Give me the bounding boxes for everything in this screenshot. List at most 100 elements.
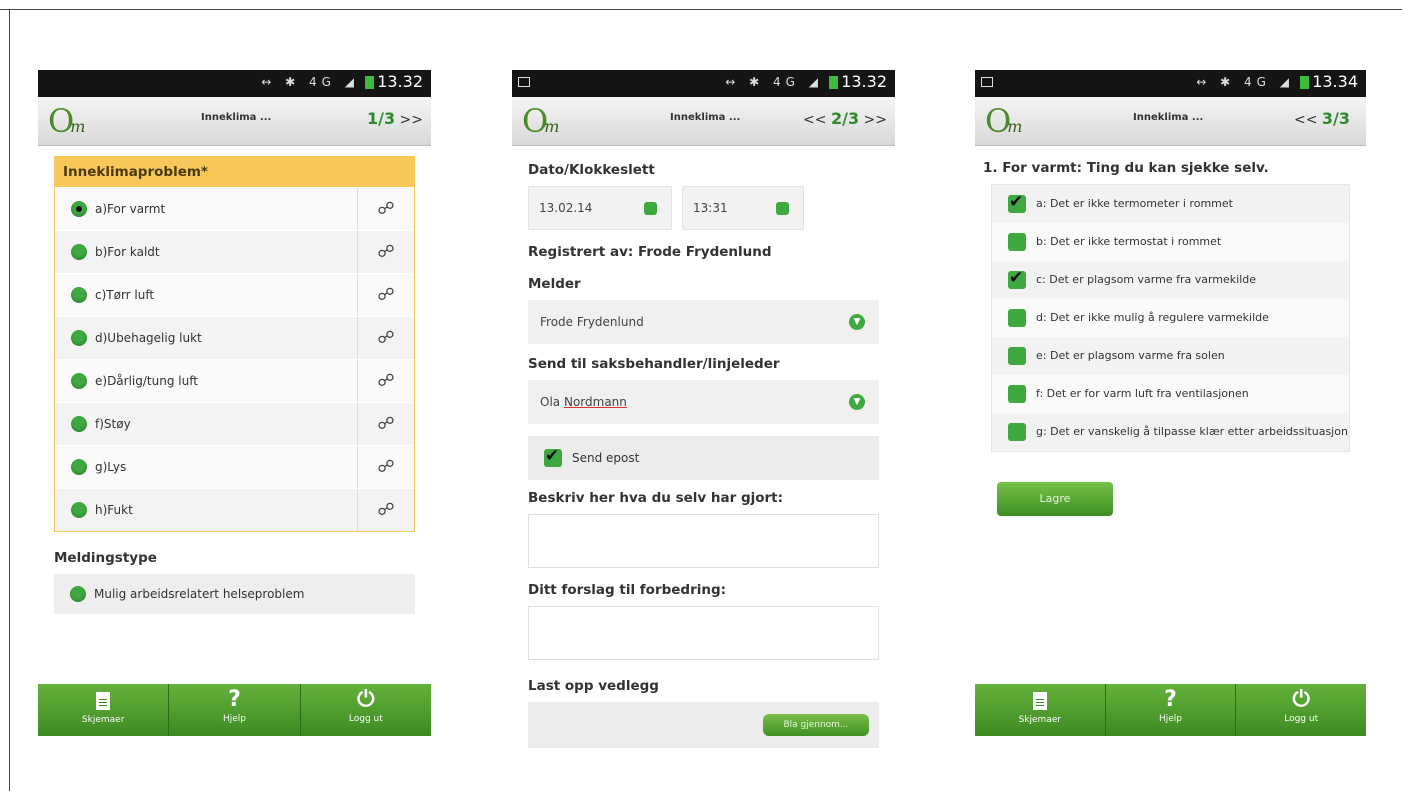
pager-next-button[interactable]: >> [864, 112, 887, 128]
checkbox[interactable] [1008, 347, 1026, 365]
send-to-select[interactable]: Ola Nordmann ▼ [528, 380, 879, 424]
link-icon[interactable]: ☍ [357, 274, 414, 316]
checklist-item[interactable]: c: Det er plagsom varme fra varmekilde [992, 261, 1349, 299]
checkbox[interactable] [1008, 423, 1026, 441]
radio-button[interactable] [71, 416, 87, 432]
nav-screens-button[interactable]: Skjemaer [38, 684, 170, 736]
message-type-option[interactable]: Mulig arbeidsrelatert helseproblem [54, 574, 415, 614]
power-icon: ⏻ [1292, 687, 1310, 712]
checkbox-checked[interactable] [1008, 268, 1026, 289]
browse-button[interactable]: Bla gjennom... [763, 714, 869, 736]
problem-label: f)Støy [95, 417, 131, 431]
save-button[interactable]: Lagre [997, 482, 1113, 516]
describe-heading: Beskriv her hva du selv har gjort: [528, 490, 784, 506]
checkbox[interactable] [1008, 233, 1026, 251]
status-bar: ↔ ✱ 4G ◢ 13.32 [38, 70, 431, 97]
link-icon[interactable]: ☍ [357, 446, 414, 488]
status-icons: ↔ ✱ 4G ◢ [725, 75, 823, 89]
nav-screens-button[interactable]: Skjemaer [975, 684, 1106, 736]
checklist-item[interactable]: b: Det er ikke termostat i rommet [992, 223, 1349, 261]
link-icon[interactable]: ☍ [357, 403, 414, 445]
pager-next-button[interactable]: >> [400, 112, 423, 128]
pager-current: 2/3 [830, 109, 860, 128]
pager-prev-button[interactable]: << [803, 112, 826, 128]
app-logo: Om [48, 102, 86, 140]
checkbox-checked[interactable] [544, 446, 562, 467]
checklist-item[interactable]: g: Det er vanskelig å tilpasse klær ette… [992, 413, 1349, 451]
phone-screen-2: ↔ ✱ 4G ◢ 13.32 Om Inneklima ... << 2/3 >… [512, 70, 895, 758]
status-clock: 13.32 [829, 72, 887, 91]
pager: << 2/3 >> [803, 109, 887, 128]
checkbox[interactable] [1008, 385, 1026, 403]
radio-button[interactable] [71, 330, 87, 346]
radio-button[interactable] [71, 244, 87, 260]
radio-button[interactable] [70, 586, 86, 602]
pager-current: 1/3 [366, 109, 396, 128]
clock-icon[interactable] [776, 202, 789, 215]
link-icon[interactable]: ☍ [357, 360, 414, 402]
suggestion-textarea[interactable] [528, 606, 879, 660]
problem-row-e[interactable]: e)Dårlig/tung luft ☍ [55, 359, 414, 402]
describe-textarea[interactable] [528, 514, 879, 568]
link-icon[interactable]: ☍ [357, 489, 414, 531]
phone-screen-1: ↔ ✱ 4G ◢ 13.32 Om Inneklima ... 1/3 >> I… [38, 70, 431, 614]
link-icon[interactable]: ☍ [357, 231, 414, 273]
pager-prev-button[interactable]: << [1294, 112, 1317, 128]
problem-label: c)Tørr luft [95, 288, 155, 302]
nav-logout-button[interactable]: ⏻ Logg ut [1236, 684, 1366, 736]
nav-logout-button[interactable]: ⏻ Logg ut [301, 684, 431, 736]
suggestion-heading: Ditt forslag til forbedring: [528, 582, 727, 598]
problem-label: g)Lys [95, 460, 127, 474]
send-email-checkbox[interactable]: Send epost [528, 436, 879, 480]
send-email-label: Send epost [572, 451, 640, 465]
problem-row-b[interactable]: b)For kaldt ☍ [55, 230, 414, 273]
nav-help-button[interactable]: ? Hjelp [1106, 684, 1237, 736]
radio-button[interactable] [71, 502, 87, 518]
registered-by: Registrert av: Frode Frydenlund [528, 244, 772, 260]
problem-row-h[interactable]: h)Fukt ☍ [55, 488, 414, 531]
send-to-heading: Send til saksbehandler/linjeleder [528, 356, 780, 372]
app-title: Inneklima ... [670, 112, 741, 123]
battery-icon [829, 76, 839, 89]
time-field[interactable]: 13:31 [682, 186, 804, 230]
chevron-down-icon: ▼ [849, 314, 865, 330]
frame-border-left [9, 9, 10, 791]
problem-row-f[interactable]: f)Støy ☍ [55, 402, 414, 445]
date-heading: Dato/Klokkeslett [528, 162, 655, 178]
radio-button[interactable] [71, 459, 87, 475]
battery-icon [365, 76, 375, 89]
problem-row-c[interactable]: c)Tørr luft ☍ [55, 273, 414, 316]
pager-current: 3/3 [1321, 109, 1350, 128]
help-icon: ? [228, 687, 241, 712]
checklist-item[interactable]: d: Det er ikke mulig å regulere varmekil… [992, 299, 1349, 337]
reporter-heading: Melder [528, 276, 581, 292]
checklist-item[interactable]: e: Det er plagsom varme fra solen [992, 337, 1349, 375]
link-icon[interactable]: ☍ [357, 317, 414, 359]
problem-row-g[interactable]: g)Lys ☍ [55, 445, 414, 488]
pager: 1/3 >> [367, 109, 423, 128]
radio-button[interactable] [71, 373, 87, 389]
checkbox-checked[interactable] [1008, 192, 1026, 213]
problem-label: a)For varmt [95, 202, 166, 216]
date-field[interactable]: 13.02.14 [528, 186, 672, 230]
checklist: a: Det er ikke termometer i rommet b: De… [991, 184, 1350, 452]
problem-row-d[interactable]: d)Ubehagelig lukt ☍ [55, 316, 414, 359]
battery-icon [1300, 76, 1310, 89]
radio-button[interactable] [71, 287, 87, 303]
status-icons: ↔ ✱ 4G ◢ [1196, 75, 1294, 89]
nav-help-button[interactable]: ? Hjelp [169, 684, 301, 736]
app-title: Inneklima ... [201, 112, 272, 123]
checkbox[interactable] [1008, 309, 1026, 327]
upload-row: Bla gjennom... [528, 702, 879, 748]
checklist-item[interactable]: a: Det er ikke termometer i rommet [992, 185, 1349, 223]
radio-button-selected[interactable] [71, 201, 87, 217]
form-content: Dato/Klokkeslett 13.02.14 13:31 Registre… [512, 146, 895, 758]
message-type-heading: Meldingstype [54, 550, 157, 566]
frame-border-top [0, 9, 1402, 10]
checklist-item[interactable]: f: Det er for varm luft fra ventilasjone… [992, 375, 1349, 413]
problem-row-a[interactable]: a)For varmt ☍ [55, 187, 414, 230]
calendar-icon[interactable] [644, 202, 657, 215]
reporter-select[interactable]: Frode Frydenlund ▼ [528, 300, 879, 344]
upload-heading: Last opp vedlegg [528, 678, 659, 694]
link-icon[interactable]: ☍ [357, 188, 414, 230]
